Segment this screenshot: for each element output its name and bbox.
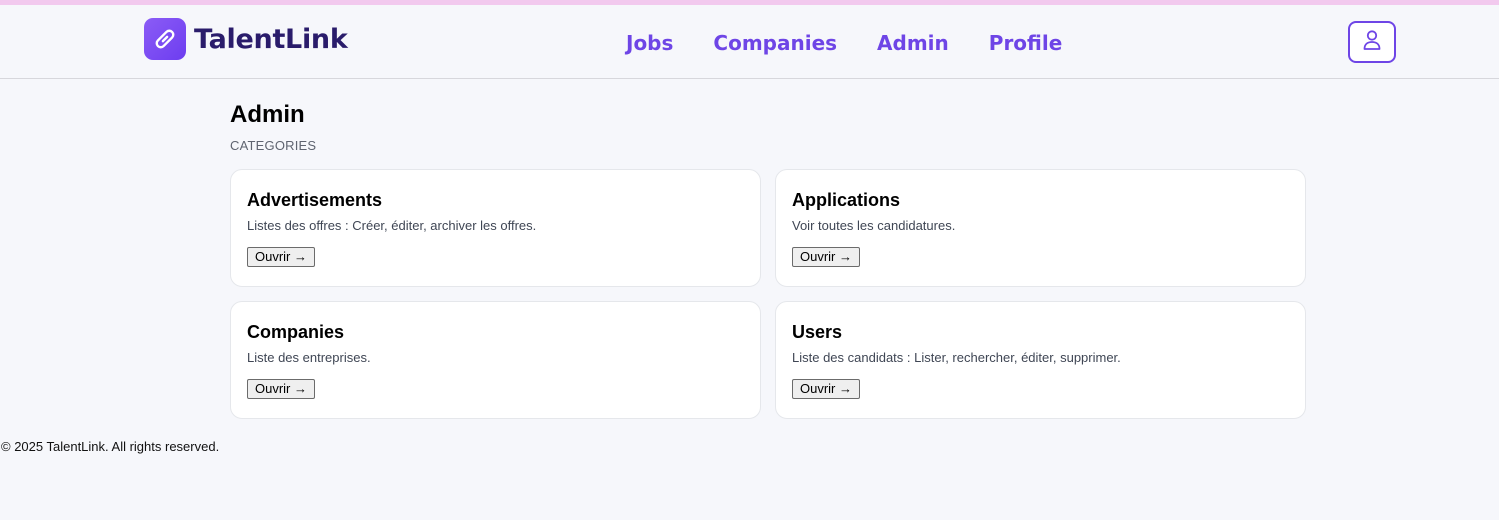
admin-main: Admin CATEGORIES Advertisements Listes d…: [230, 100, 1306, 419]
footer-copyright: © 2025 TalentLink. All rights reserved.: [1, 439, 220, 454]
card-description: Listes des offres : Créer, éditer, archi…: [247, 218, 537, 233]
card-title: Advertisements: [247, 190, 383, 210]
nav-jobs[interactable]: Jobs: [626, 31, 673, 55]
main-nav: Jobs Companies Admin Profile: [626, 29, 1062, 57]
brand-logo[interactable]: TalentLink: [144, 18, 348, 60]
card-title: Users: [792, 322, 843, 342]
card-description: Liste des candidats : Lister, rechercher…: [792, 350, 1121, 365]
page-title: Admin: [230, 101, 305, 128]
nav-profile[interactable]: Profile: [989, 31, 1063, 55]
open-companies-button[interactable]: Ouvrir →: [247, 379, 315, 399]
card-description: Voir toutes les candidatures.: [792, 218, 956, 233]
card-users: Users Liste des candidats : Lister, rech…: [775, 301, 1306, 419]
card-title: Applications: [792, 190, 901, 210]
nav-companies[interactable]: Companies: [713, 31, 837, 55]
card-title: Companies: [247, 322, 345, 342]
section-label: CATEGORIES: [230, 138, 317, 153]
site-header: TalentLink Jobs Companies Admin Profile: [0, 5, 1499, 79]
open-applications-button[interactable]: Ouvrir →: [792, 247, 860, 267]
nav-admin[interactable]: Admin: [877, 31, 949, 55]
card-description: Liste des entreprises.: [247, 350, 371, 365]
brand-name: TalentLink: [194, 23, 348, 55]
category-grid: Advertisements Listes des offres : Créer…: [230, 169, 1306, 419]
link-icon: [144, 18, 186, 60]
card-companies: Companies Liste des entreprises. Ouvrir …: [230, 301, 761, 419]
profile-button[interactable]: [1348, 21, 1396, 63]
card-advertisements: Advertisements Listes des offres : Créer…: [230, 169, 761, 287]
card-applications: Applications Voir toutes les candidature…: [775, 169, 1306, 287]
open-advertisements-button[interactable]: Ouvrir →: [247, 247, 315, 267]
open-users-button[interactable]: Ouvrir →: [792, 379, 860, 399]
user-icon: [1362, 29, 1382, 56]
